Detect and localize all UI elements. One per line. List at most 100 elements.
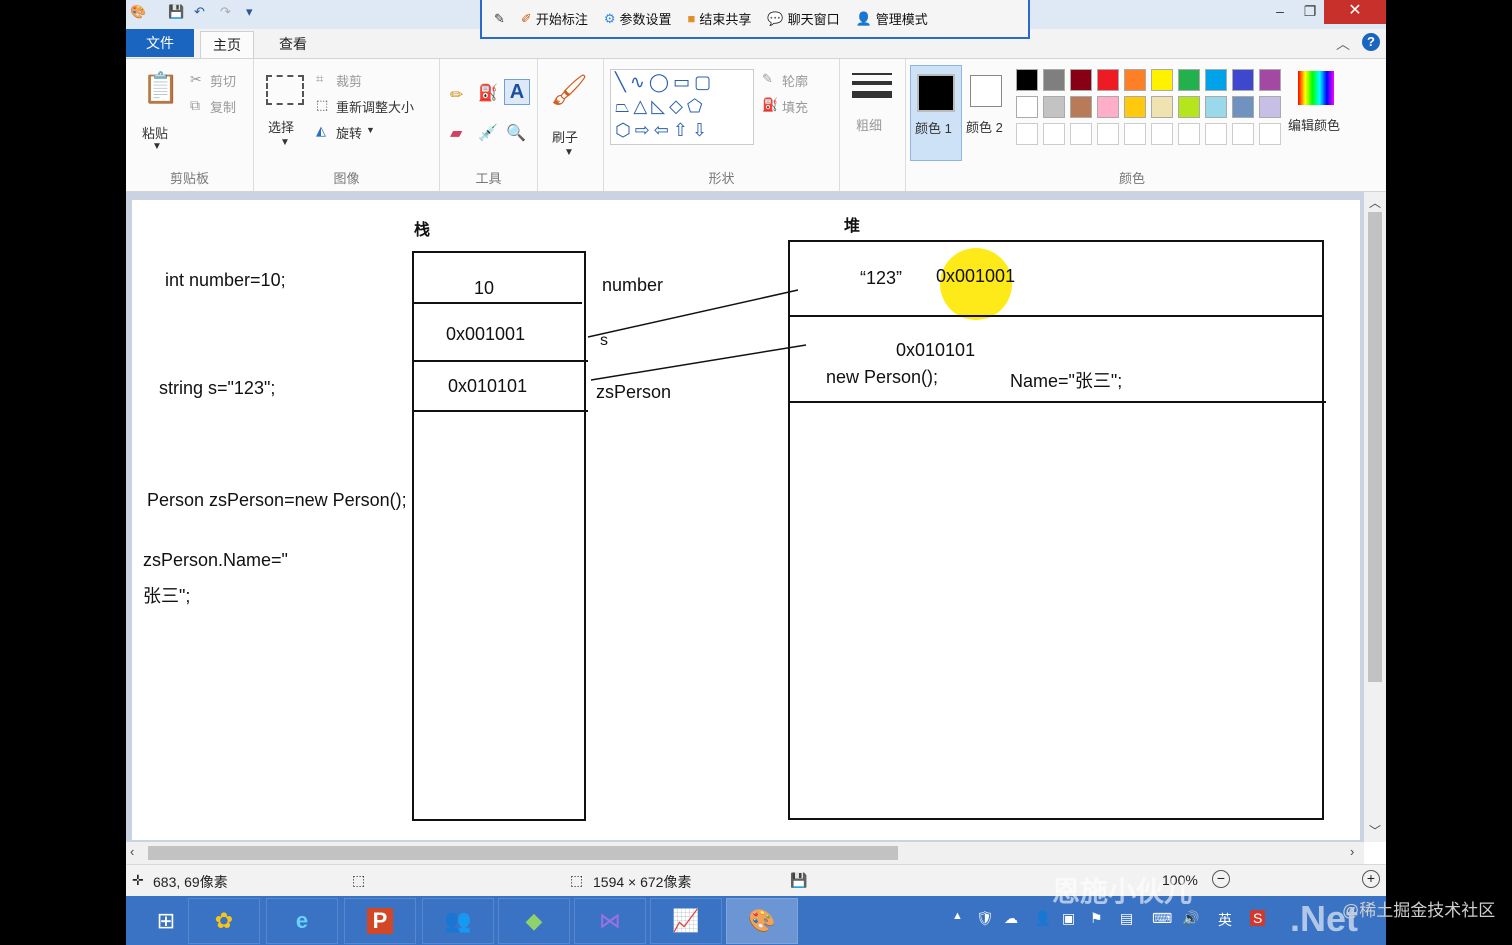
close-button[interactable]: ✕ xyxy=(1324,0,1386,24)
zoom-in-icon[interactable]: + xyxy=(1362,870,1380,888)
palette-swatch[interactable] xyxy=(1151,69,1173,91)
eraser-icon[interactable]: ▰ xyxy=(450,123,462,143)
horizontal-scrollbar[interactable]: ‹ › xyxy=(126,842,1364,864)
custom-color-slot[interactable] xyxy=(1232,123,1254,145)
end-share-button[interactable]: ■ 结束共享 xyxy=(688,9,752,28)
parameter-settings-button[interactable]: ⚙ 参数设置 xyxy=(604,9,672,28)
maximize-button[interactable]: ❐ xyxy=(1296,0,1324,24)
scroll-left-icon[interactable]: ‹ xyxy=(130,844,134,859)
copy-button[interactable]: ⧉ 复制 xyxy=(190,97,250,117)
taskbar-app-4[interactable]: 👥 xyxy=(422,898,494,944)
palette-swatch[interactable] xyxy=(1097,96,1119,118)
color-picker-icon[interactable]: 💉 xyxy=(478,123,498,143)
qat-dropdown-icon[interactable]: ▾ xyxy=(246,4,253,20)
custom-color-slot[interactable] xyxy=(1124,123,1146,145)
tray-shield-icon[interactable]: 🛡 xyxy=(976,910,994,927)
custom-color-slot[interactable] xyxy=(1151,123,1173,145)
scroll-down-icon[interactable]: ﹀ xyxy=(1369,822,1381,839)
palette-swatch[interactable] xyxy=(1097,69,1119,91)
chat-window-button[interactable]: 💬 聊天窗口 xyxy=(767,9,839,28)
start-annotate-button[interactable]: ✐ 开始标注 xyxy=(521,9,588,28)
size-button[interactable]: 粗细 xyxy=(850,71,894,151)
palette-swatch[interactable] xyxy=(1259,69,1281,91)
custom-color-slot[interactable] xyxy=(1259,123,1281,145)
shapes-gallery[interactable]: ╲∿◯▭▢ ⏢△◺◇⬠ ⬡⇨⇦⇧⇩ xyxy=(610,69,754,145)
cut-button[interactable]: ✂ 剪切 xyxy=(190,71,250,91)
palette-swatch[interactable] xyxy=(1232,96,1254,118)
undo-icon[interactable]: ↶ xyxy=(194,4,205,20)
help-icon[interactable]: ? xyxy=(1362,33,1380,51)
crop-button[interactable]: ⌗ 裁剪 xyxy=(316,71,386,91)
palette-swatch[interactable] xyxy=(1205,96,1227,118)
magnifier-icon[interactable]: 🔍 xyxy=(506,123,526,143)
tray-volume-icon[interactable]: 🔊 xyxy=(1182,910,1199,927)
save-icon[interactable]: 💾 xyxy=(168,4,184,20)
taskbar-app-3[interactable]: P xyxy=(344,898,416,944)
color2-button[interactable]: 颜色 2 xyxy=(964,65,1014,161)
fill-button[interactable]: ⛽ 填充 xyxy=(762,97,832,117)
custom-color-slot[interactable] xyxy=(1016,123,1038,145)
shapes-row-3-icons: ⬡⇨⇦⇧⇩ xyxy=(615,120,712,140)
scroll-right-icon[interactable]: › xyxy=(1350,844,1354,859)
custom-color-slot[interactable] xyxy=(1043,123,1065,145)
palette-swatch[interactable] xyxy=(1070,69,1092,91)
palette-swatch[interactable] xyxy=(1070,96,1092,118)
horizontal-scroll-thumb[interactable] xyxy=(148,846,898,860)
drawing-canvas[interactable]: 栈 堆 int number=10; string s="123"; Perso… xyxy=(132,200,1360,840)
tray-device-icon[interactable]: ▣ xyxy=(1062,910,1075,927)
tray-expand-icon[interactable]: ▲ xyxy=(952,910,963,922)
scroll-up-icon[interactable]: ︿ xyxy=(1369,194,1381,211)
resize-button[interactable]: ⬚ 重新调整大小 xyxy=(316,97,436,117)
text-tool-icon[interactable]: A xyxy=(504,79,530,105)
custom-color-slot[interactable] xyxy=(1070,123,1092,145)
tray-input-language[interactable]: 英 xyxy=(1218,910,1232,930)
taskbar-app-5[interactable]: ◆ xyxy=(498,898,570,944)
palette-swatch[interactable] xyxy=(1205,69,1227,91)
palette-swatch[interactable] xyxy=(1151,96,1173,118)
custom-color-slot[interactable] xyxy=(1178,123,1200,145)
zoom-out-icon[interactable]: − xyxy=(1212,870,1230,888)
color1-button[interactable]: 颜色 1 xyxy=(910,65,962,161)
palette-swatch[interactable] xyxy=(1043,96,1065,118)
palette-swatch[interactable] xyxy=(1124,69,1146,91)
vertical-scrollbar[interactable]: ︿ ﹀ xyxy=(1364,192,1386,842)
taskbar-app-2[interactable]: e xyxy=(266,898,338,944)
palette-swatch[interactable] xyxy=(1016,69,1038,91)
pencil-icon[interactable]: ✏ xyxy=(450,85,463,105)
custom-color-slot[interactable] xyxy=(1205,123,1227,145)
outline-button[interactable]: ✎ 轮廓 xyxy=(762,71,832,91)
tab-view[interactable]: 查看 xyxy=(266,31,320,59)
tray-ime-icon[interactable]: S xyxy=(1250,910,1266,926)
minimize-button[interactable]: – xyxy=(1266,0,1294,24)
pin-button[interactable]: ✎ xyxy=(494,11,505,27)
brushes-button[interactable]: 🖌 刷子 ▼ xyxy=(546,69,594,158)
palette-swatch[interactable] xyxy=(1016,96,1038,118)
select-button[interactable]: 选择 ▼ xyxy=(264,73,308,153)
palette-swatch[interactable] xyxy=(1232,69,1254,91)
taskbar-app-6[interactable]: ⋈ xyxy=(574,898,646,944)
custom-color-slot[interactable] xyxy=(1097,123,1119,145)
taskbar-app-paint[interactable]: 🎨 xyxy=(726,898,798,944)
paste-button[interactable]: 📋 粘贴 ▼ xyxy=(136,65,182,155)
fill-bucket-icon[interactable]: ⛽ xyxy=(478,83,498,103)
tray-flag-icon[interactable]: ⚑ xyxy=(1090,910,1103,927)
taskbar-app-7[interactable]: 📈 xyxy=(650,898,722,944)
tab-file[interactable]: 文件 xyxy=(126,29,194,57)
tray-network-icon[interactable]: ☁ xyxy=(1004,910,1018,927)
tray-monitor-icon[interactable]: ▤ xyxy=(1120,910,1133,927)
edit-colors-button[interactable]: 编辑颜色 xyxy=(1286,69,1352,149)
palette-swatch[interactable] xyxy=(1259,96,1281,118)
redo-icon[interactable]: ↷ xyxy=(220,4,231,20)
vertical-scroll-thumb[interactable] xyxy=(1368,212,1382,682)
tab-home[interactable]: 主页 xyxy=(200,31,254,59)
taskbar-app-1[interactable]: ✿ xyxy=(188,898,260,944)
palette-swatch[interactable] xyxy=(1124,96,1146,118)
palette-swatch[interactable] xyxy=(1178,96,1200,118)
tray-user-icon[interactable]: 👤 xyxy=(1034,910,1051,927)
palette-swatch[interactable] xyxy=(1043,69,1065,91)
rotate-button[interactable]: ◭ 旋转 ▼ xyxy=(316,123,396,143)
palette-swatch[interactable] xyxy=(1178,69,1200,91)
tray-keyboard-icon[interactable]: ⌨ xyxy=(1152,910,1172,927)
collapse-ribbon-icon[interactable]: ︿ xyxy=(1336,34,1350,54)
admin-mode-button[interactable]: 👤 管理模式 xyxy=(856,9,928,28)
